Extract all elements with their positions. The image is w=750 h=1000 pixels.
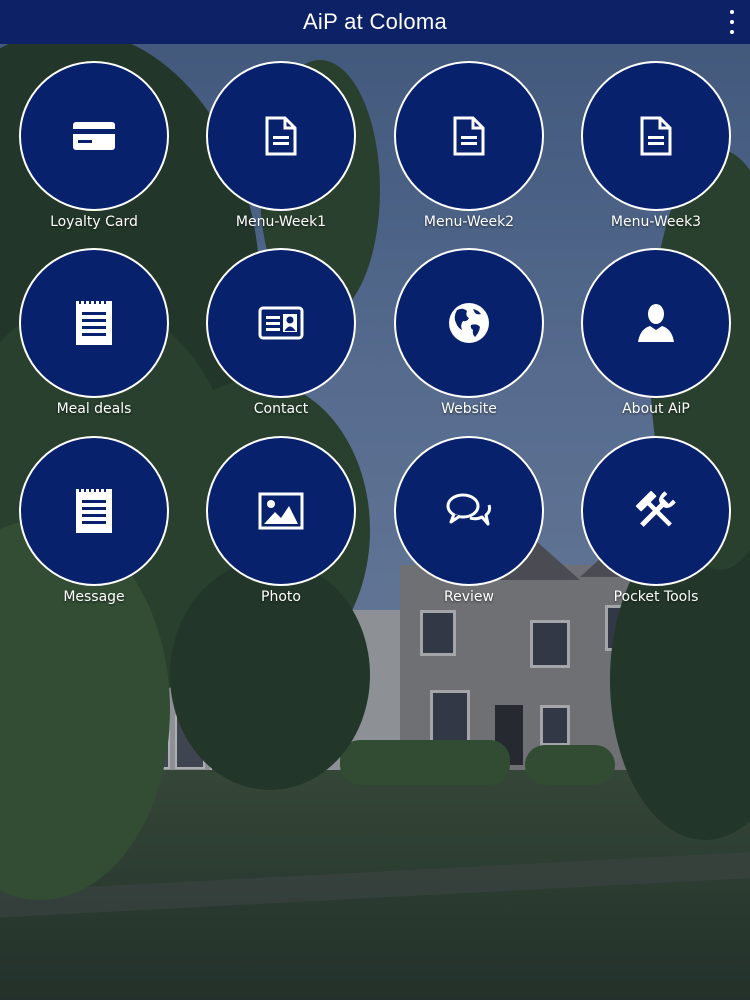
contact-card-icon [258, 306, 304, 340]
tile-label: Review [444, 589, 494, 605]
document-icon [265, 116, 297, 156]
tile-label: Menu-Week1 [235, 214, 327, 230]
tile-label: Meal deals [56, 401, 132, 417]
tile-button[interactable] [581, 248, 731, 398]
tile-photo[interactable]: Photo [206, 436, 356, 616]
tile-button[interactable] [581, 436, 731, 586]
tile-loyalty-card[interactable]: Loyalty Card [19, 61, 169, 241]
tile-pocket-tools[interactable]: Pocket Tools [581, 436, 731, 616]
tile-label: Message [63, 589, 125, 605]
tile-button[interactable] [206, 436, 356, 586]
tile-label: Pocket Tools [613, 589, 699, 605]
tile-button[interactable] [581, 61, 731, 211]
credit-card-icon [73, 122, 115, 150]
tile-meal-deals[interactable]: Meal deals [19, 248, 169, 428]
tile-label: Loyalty Card [50, 214, 138, 230]
tile-menu-week1[interactable]: Menu-Week1 [206, 61, 356, 241]
tile-button[interactable] [19, 436, 169, 586]
tools-icon [635, 490, 676, 527]
tile-menu-week3[interactable]: Menu-Week3 [581, 61, 731, 241]
person-icon [638, 304, 674, 342]
tile-button[interactable] [394, 248, 544, 398]
tile-menu-week2[interactable]: Menu-Week2 [394, 61, 544, 241]
tile-button[interactable] [19, 61, 169, 211]
tile-label: Menu-Week2 [423, 214, 515, 230]
image-icon [258, 492, 304, 530]
tile-message[interactable]: Message [19, 436, 169, 616]
tile-label: Menu-Week3 [610, 214, 702, 230]
tile-review[interactable]: Review [394, 436, 544, 616]
tile-about-aip[interactable]: About AiP [581, 248, 731, 428]
tile-button[interactable] [19, 248, 169, 398]
app-bar: AiP at Coloma [0, 0, 750, 44]
tile-button[interactable] [206, 248, 356, 398]
notepad-icon [76, 301, 112, 345]
tile-website[interactable]: Website [394, 248, 544, 428]
document-icon [453, 116, 485, 156]
notepad-icon [76, 489, 112, 533]
tile-label: Website [441, 401, 497, 417]
tile-label: Photo [261, 589, 301, 605]
app-title: AiP at Coloma [302, 9, 448, 34]
tile-button[interactable] [394, 61, 544, 211]
tile-button[interactable] [394, 436, 544, 586]
tile-contact[interactable]: Contact [206, 248, 356, 428]
tile-label: Contact [253, 401, 309, 417]
tile-label: About AiP [622, 401, 690, 417]
more-vert-icon[interactable] [726, 10, 738, 34]
document-icon [640, 116, 672, 156]
chat-bubbles-icon [446, 493, 492, 526]
globe-icon [449, 303, 489, 343]
tile-button[interactable] [206, 61, 356, 211]
